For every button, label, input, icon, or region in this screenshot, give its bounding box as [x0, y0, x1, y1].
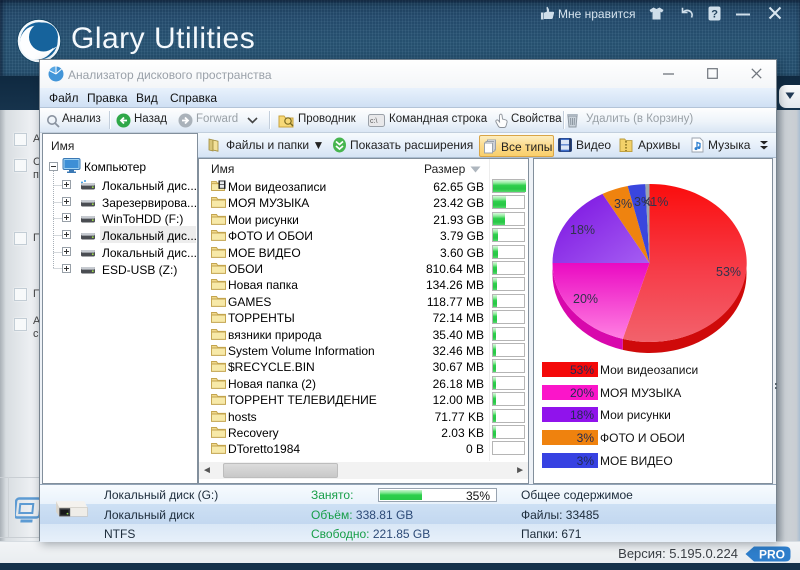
svg-text:?: ?	[711, 9, 718, 21]
svg-text:PRO: PRO	[759, 548, 785, 562]
svg-text:c:\: c:\	[370, 118, 377, 125]
